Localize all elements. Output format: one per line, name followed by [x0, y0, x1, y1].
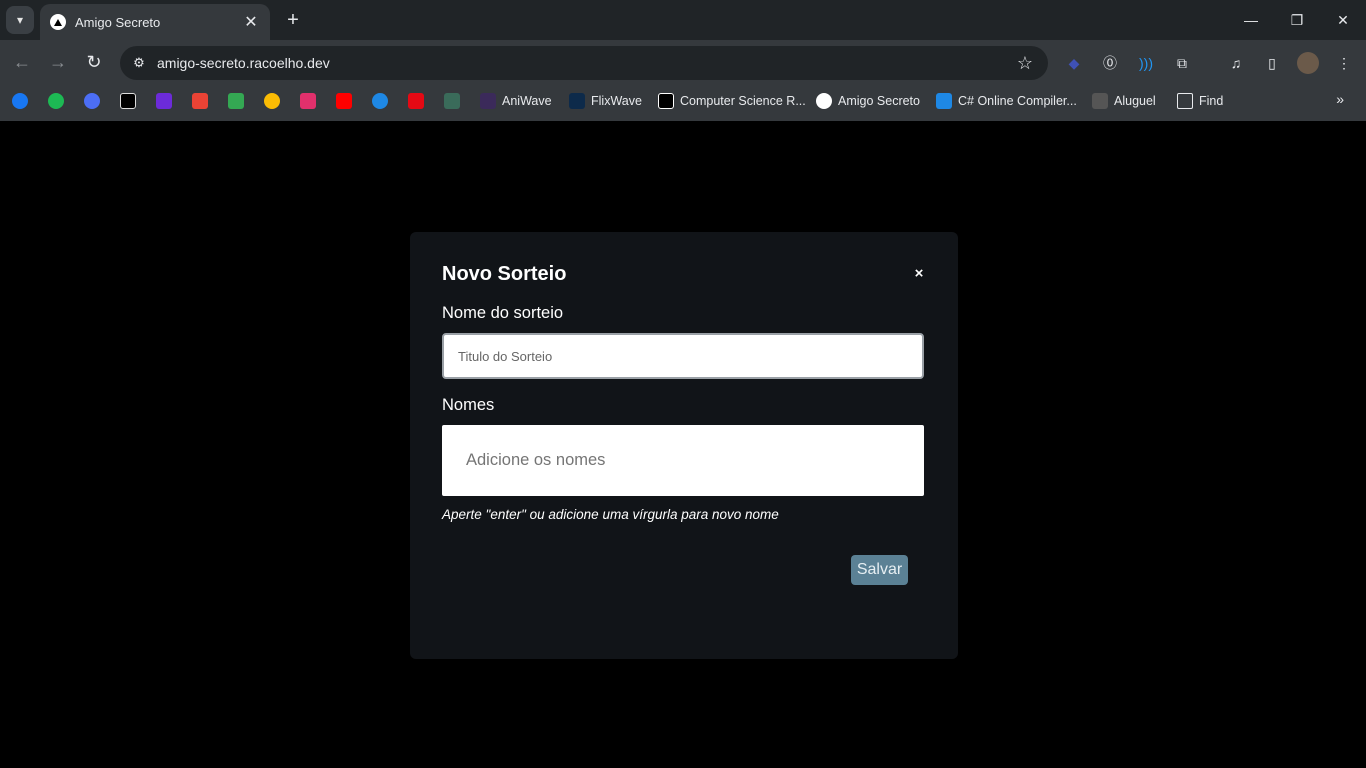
- menu-kebab-icon[interactable]: ⋮: [1333, 52, 1355, 74]
- bookmark-label: Aluguel: [1114, 94, 1156, 108]
- photos-icon[interactable]: [264, 93, 280, 109]
- mail-icon[interactable]: [156, 93, 172, 109]
- triangle-favicon-icon: [816, 93, 832, 109]
- bookmark-star-icon[interactable]: ☆: [1010, 53, 1040, 74]
- browser-toolbar: ← → ↻ ⚙ amigo-secreto.racoelho.dev ☆ ◆ ⓪…: [0, 40, 1366, 84]
- password-manager-icon[interactable]: ⓪: [1099, 52, 1121, 74]
- save-button[interactable]: Salvar: [851, 555, 908, 585]
- close-icon[interactable]: ×: [910, 265, 928, 283]
- netflix-icon[interactable]: [408, 93, 424, 109]
- vpn-extension-icon[interactable]: ◆: [1063, 52, 1085, 74]
- app-icon[interactable]: [84, 93, 100, 109]
- folder-icon: [1177, 93, 1193, 109]
- bookmark-amigo-secreto[interactable]: Amigo Secreto: [816, 92, 920, 110]
- tab-strip: ▾ Amigo Secreto ✕ + — ❐ ✕: [0, 0, 1366, 40]
- site-settings-icon[interactable]: ⚙: [124, 50, 154, 76]
- bookmark-aluguel[interactable]: Aluguel: [1092, 92, 1156, 110]
- modal-title: Novo Sorteio: [442, 263, 567, 285]
- play-icon[interactable]: [372, 93, 388, 109]
- tree-icon[interactable]: [444, 93, 460, 109]
- address-bar[interactable]: ⚙ amigo-secreto.racoelho.dev ☆: [120, 46, 1048, 80]
- bookmark-label: Find: [1199, 94, 1224, 108]
- draw-title-input[interactable]: [442, 333, 924, 379]
- new-draw-modal: Novo Sorteio × Nome do sorteio Nomes Ape…: [410, 232, 958, 659]
- names-label: Nomes: [442, 396, 495, 414]
- bookmarks-bar: AniWave FlixWave Computer Science R... A…: [0, 86, 1366, 114]
- triangle-favicon-icon: [50, 14, 66, 30]
- compiler-icon: [936, 93, 952, 109]
- aniwave-icon: [480, 93, 496, 109]
- gmail-icon[interactable]: [192, 93, 208, 109]
- facebook-icon[interactable]: [12, 93, 28, 109]
- names-hint: Aperte "enter" ou adicione uma vírgurla …: [442, 507, 779, 522]
- side-panel-icon[interactable]: ▯: [1261, 52, 1283, 74]
- bookmark-label: Amigo Secreto: [838, 94, 920, 108]
- tab-title: Amigo Secreto: [75, 14, 161, 30]
- more-bookmarks-icon[interactable]: »: [1336, 91, 1344, 107]
- bookmark-flixwave[interactable]: FlixWave: [569, 92, 642, 110]
- tab-amigo-secreto[interactable]: Amigo Secreto ✕: [40, 4, 270, 40]
- instagram-icon[interactable]: [300, 93, 316, 109]
- x-icon[interactable]: [120, 93, 136, 109]
- bookmark-computer-science[interactable]: Computer Science R...: [658, 92, 806, 110]
- spotify-icon[interactable]: [48, 93, 64, 109]
- wireless-extension-icon[interactable]: ))): [1135, 52, 1157, 74]
- names-input[interactable]: [442, 425, 924, 496]
- forward-arrow-icon[interactable]: →: [46, 50, 70, 74]
- profile-avatar[interactable]: [1297, 52, 1319, 74]
- bookmark-label: FlixWave: [591, 94, 642, 108]
- bookmark-label: C# Online Compiler...: [958, 94, 1077, 108]
- page-content: Novo Sorteio × Nome do sorteio Nomes Ape…: [0, 121, 1366, 768]
- drive-icon[interactable]: [228, 93, 244, 109]
- restore-button[interactable]: ❐: [1274, 8, 1320, 32]
- computer-science-icon: [658, 93, 674, 109]
- back-arrow-icon[interactable]: ←: [10, 50, 34, 74]
- tab-close-icon[interactable]: ✕: [242, 12, 260, 32]
- tab-search-icon[interactable]: ▾: [6, 6, 34, 34]
- bookmark-folder-find[interactable]: Find: [1177, 92, 1223, 110]
- bookmark-aniwave[interactable]: AniWave: [480, 92, 552, 110]
- extensions-puzzle-icon[interactable]: ⧉: [1171, 52, 1193, 74]
- aluguel-icon: [1092, 93, 1108, 109]
- media-control-icon[interactable]: ♫: [1225, 52, 1247, 74]
- flixwave-icon: [569, 93, 585, 109]
- new-tab-button[interactable]: +: [282, 8, 304, 32]
- url-text[interactable]: amigo-secreto.racoelho.dev: [157, 55, 1010, 71]
- browser-chrome: ▾ Amigo Secreto ✕ + — ❐ ✕ ← → ↻ ⚙ amigo-…: [0, 0, 1366, 121]
- close-window-button[interactable]: ✕: [1320, 8, 1366, 32]
- bookmark-label: AniWave: [502, 94, 552, 108]
- bookmark-label: Computer Science R...: [680, 94, 806, 108]
- reload-icon[interactable]: ↻: [82, 50, 106, 74]
- youtube-icon[interactable]: [336, 93, 352, 109]
- draw-name-label: Nome do sorteio: [442, 304, 564, 322]
- bookmark-csharp-compiler[interactable]: C# Online Compiler...: [936, 92, 1077, 110]
- minimize-button[interactable]: —: [1228, 8, 1274, 32]
